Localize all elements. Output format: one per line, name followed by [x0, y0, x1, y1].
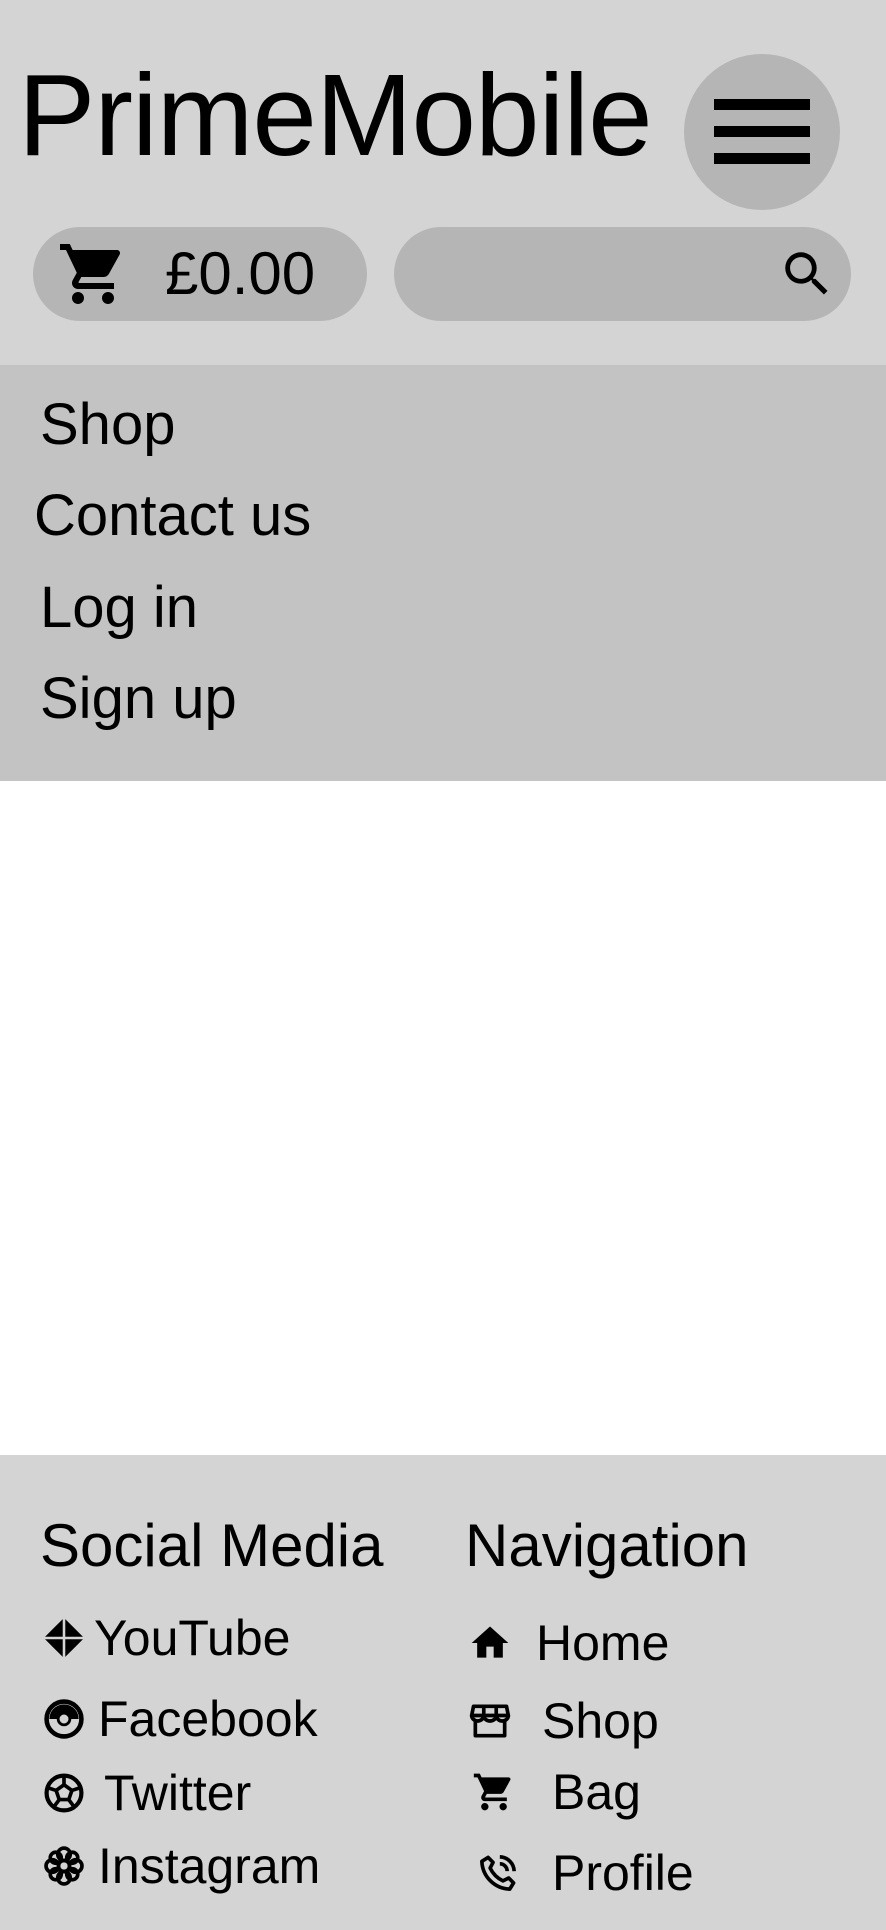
footer-link-label: Home	[536, 1615, 670, 1671]
footer-link-label: Twitter	[104, 1765, 252, 1821]
search-bar	[394, 227, 851, 321]
footer-link-label: Facebook	[98, 1691, 318, 1747]
instagram-icon	[44, 1846, 84, 1886]
cart-total: £0.00	[165, 240, 316, 307]
nav-item-shop[interactable]: Shop	[40, 392, 175, 458]
search-input[interactable]	[424, 245, 788, 305]
nav-item-contact-us[interactable]: Contact us	[34, 483, 311, 549]
site-header: PrimeMobile £0.00	[0, 0, 886, 365]
footer-link-label: Shop	[542, 1693, 659, 1749]
menu-button[interactable]	[684, 54, 840, 210]
facebook-icon	[44, 1699, 84, 1739]
footer-link-label: Bag	[552, 1764, 641, 1820]
footer-link-label: YouTube	[94, 1610, 291, 1666]
nav-menu: Shop Contact us Log in Sign up	[0, 365, 886, 781]
nav-item-sign-up[interactable]: Sign up	[40, 666, 237, 732]
social-media-heading: Social Media	[40, 1512, 384, 1579]
youtube-icon	[43, 1617, 85, 1659]
store-icon	[469, 1704, 511, 1738]
navigation-heading: Navigation	[465, 1512, 749, 1579]
footer-link-label: Profile	[552, 1845, 694, 1901]
cart-icon	[60, 244, 121, 304]
cart-icon	[473, 1773, 511, 1811]
footer-link-label: Instagram	[98, 1838, 321, 1894]
cart-button[interactable]: £0.00	[33, 227, 367, 321]
site-logo[interactable]: PrimeMobile	[18, 50, 653, 180]
site-footer: Social Media Navigation YouTube Facebook…	[0, 1455, 886, 1930]
nav-item-log-in[interactable]: Log in	[40, 575, 198, 641]
twitter-icon	[44, 1773, 84, 1813]
phone-icon	[480, 1855, 516, 1891]
search-icon[interactable]	[778, 245, 836, 303]
home-icon	[471, 1626, 509, 1658]
